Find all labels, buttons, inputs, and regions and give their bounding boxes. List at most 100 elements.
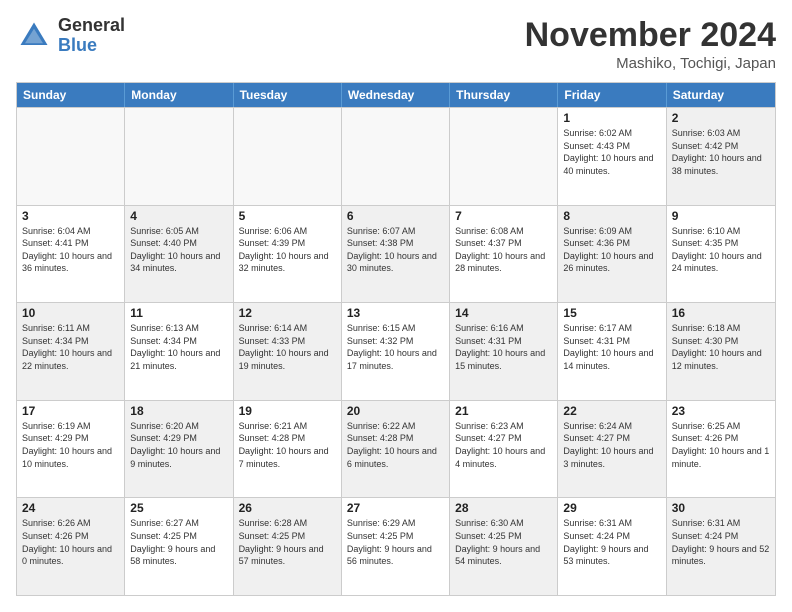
day-cell-17: 17 Sunrise: 6:19 AM Sunset: 4:29 PM Dayli… — [17, 401, 125, 498]
day-cell-19: 19 Sunrise: 6:21 AM Sunset: 4:28 PM Dayli… — [234, 401, 342, 498]
day-info: Sunrise: 6:19 AM Sunset: 4:29 PM Dayligh… — [22, 420, 119, 470]
month-title: November 2024 — [525, 16, 776, 55]
day-cell-22: 22Sunrise: 6:24 AM Sunset: 4:27 PM Dayli… — [558, 401, 666, 498]
header-day-monday: Monday — [125, 83, 233, 107]
day-info: Sunrise: 6:28 AM Sunset: 4:25 PM Dayligh… — [239, 517, 336, 567]
header-day-thursday: Thursday — [450, 83, 558, 107]
header-day-friday: Friday — [558, 83, 666, 107]
empty-cell-0-3 — [342, 108, 450, 205]
day-info: Sunrise: 6:07 AM Sunset: 4:38 PM Dayligh… — [347, 225, 444, 275]
day-info: Sunrise: 6:30 AM Sunset: 4:25 PM Dayligh… — [455, 517, 552, 567]
day-number: 10 — [22, 306, 119, 320]
day-cell-4: 4Sunrise: 6:05 AM Sunset: 4:40 PM Daylig… — [125, 206, 233, 303]
day-number: 28 — [455, 501, 552, 515]
day-info: Sunrise: 6:15 AM Sunset: 4:32 PM Dayligh… — [347, 322, 444, 372]
day-cell-10: 10 Sunrise: 6:11 AM Sunset: 4:34 PM Dayli… — [17, 303, 125, 400]
day-cell-20: 20 Sunrise: 6:22 AM Sunset: 4:28 PM Dayli… — [342, 401, 450, 498]
day-number: 16 — [672, 306, 770, 320]
day-cell-8: 8Sunrise: 6:09 AM Sunset: 4:36 PM Daylig… — [558, 206, 666, 303]
day-info: Sunrise: 6:20 AM Sunset: 4:29 PM Dayligh… — [130, 420, 227, 470]
day-cell-3: 3 Sunrise: 6:04 AM Sunset: 4:41 PM Daylig… — [17, 206, 125, 303]
day-cell-9: 9 Sunrise: 6:10 AM Sunset: 4:35 PM Daylig… — [667, 206, 775, 303]
day-cell-2: 2 Sunrise: 6:03 AM Sunset: 4:42 PM Daylig… — [667, 108, 775, 205]
day-cell-28: 28 Sunrise: 6:30 AM Sunset: 4:25 PM Dayli… — [450, 498, 558, 595]
calendar-row-4: 24Sunrise: 6:26 AM Sunset: 4:26 PM Dayli… — [17, 497, 775, 595]
day-number: 9 — [672, 209, 770, 223]
empty-cell-0-2 — [234, 108, 342, 205]
day-info: Sunrise: 6:08 AM Sunset: 4:37 PM Dayligh… — [455, 225, 552, 275]
day-number: 30 — [672, 501, 770, 515]
empty-cell-0-0 — [17, 108, 125, 205]
header-day-sunday: Sunday — [17, 83, 125, 107]
day-cell-12: 12 Sunrise: 6:14 AM Sunset: 4:33 PM Dayli… — [234, 303, 342, 400]
day-cell-11: 11Sunrise: 6:13 AM Sunset: 4:34 PM Dayli… — [125, 303, 233, 400]
header: General Blue November 2024 Mashiko, Toch… — [16, 16, 776, 72]
day-info: Sunrise: 6:22 AM Sunset: 4:28 PM Dayligh… — [347, 420, 444, 470]
day-info: Sunrise: 6:16 AM Sunset: 4:31 PM Dayligh… — [455, 322, 552, 372]
day-number: 22 — [563, 404, 660, 418]
day-number: 2 — [672, 111, 770, 125]
logo-general-label: General — [58, 16, 125, 36]
day-number: 7 — [455, 209, 552, 223]
day-number: 5 — [239, 209, 336, 223]
day-number: 25 — [130, 501, 227, 515]
calendar-row-3: 17 Sunrise: 6:19 AM Sunset: 4:29 PM Dayli… — [17, 400, 775, 498]
page: General Blue November 2024 Mashiko, Toch… — [0, 0, 792, 612]
day-info: Sunrise: 6:04 AM Sunset: 4:41 PM Dayligh… — [22, 225, 119, 275]
calendar-header: SundayMondayTuesdayWednesdayThursdayFrid… — [17, 83, 775, 107]
location: Mashiko, Tochigi, Japan — [525, 55, 776, 72]
day-number: 13 — [347, 306, 444, 320]
day-number: 14 — [455, 306, 552, 320]
calendar-body: 1 Sunrise: 6:02 AM Sunset: 4:43 PM Daylig… — [17, 107, 775, 595]
day-info: Sunrise: 6:02 AM Sunset: 4:43 PM Dayligh… — [563, 127, 660, 177]
day-info: Sunrise: 6:03 AM Sunset: 4:42 PM Dayligh… — [672, 127, 770, 177]
day-info: Sunrise: 6:17 AM Sunset: 4:31 PM Dayligh… — [563, 322, 660, 372]
day-number: 18 — [130, 404, 227, 418]
empty-cell-0-1 — [125, 108, 233, 205]
day-number: 12 — [239, 306, 336, 320]
day-info: Sunrise: 6:06 AM Sunset: 4:39 PM Dayligh… — [239, 225, 336, 275]
day-cell-26: 26Sunrise: 6:28 AM Sunset: 4:25 PM Dayli… — [234, 498, 342, 595]
day-number: 4 — [130, 209, 227, 223]
day-number: 23 — [672, 404, 770, 418]
logo-text: General Blue — [58, 16, 125, 56]
day-info: Sunrise: 6:21 AM Sunset: 4:28 PM Dayligh… — [239, 420, 336, 470]
day-cell-29: 29Sunrise: 6:31 AM Sunset: 4:24 PM Dayli… — [558, 498, 666, 595]
day-number: 29 — [563, 501, 660, 515]
calendar-row-1: 3 Sunrise: 6:04 AM Sunset: 4:41 PM Daylig… — [17, 205, 775, 303]
day-info: Sunrise: 6:31 AM Sunset: 4:24 PM Dayligh… — [672, 517, 770, 567]
day-cell-5: 5 Sunrise: 6:06 AM Sunset: 4:39 PM Daylig… — [234, 206, 342, 303]
title-block: November 2024 Mashiko, Tochigi, Japan — [525, 16, 776, 72]
day-cell-13: 13 Sunrise: 6:15 AM Sunset: 4:32 PM Dayli… — [342, 303, 450, 400]
logo-blue-label: Blue — [58, 36, 125, 56]
day-cell-14: 14 Sunrise: 6:16 AM Sunset: 4:31 PM Dayli… — [450, 303, 558, 400]
day-number: 21 — [455, 404, 552, 418]
day-cell-21: 21Sunrise: 6:23 AM Sunset: 4:27 PM Dayli… — [450, 401, 558, 498]
day-number: 20 — [347, 404, 444, 418]
day-cell-18: 18 Sunrise: 6:20 AM Sunset: 4:29 PM Dayli… — [125, 401, 233, 498]
day-info: Sunrise: 6:14 AM Sunset: 4:33 PM Dayligh… — [239, 322, 336, 372]
day-number: 1 — [563, 111, 660, 125]
day-number: 27 — [347, 501, 444, 515]
day-number: 6 — [347, 209, 444, 223]
logo-icon — [16, 18, 52, 54]
day-number: 15 — [563, 306, 660, 320]
day-cell-1: 1 Sunrise: 6:02 AM Sunset: 4:43 PM Daylig… — [558, 108, 666, 205]
calendar-row-2: 10 Sunrise: 6:11 AM Sunset: 4:34 PM Dayli… — [17, 302, 775, 400]
day-info: Sunrise: 6:09 AM Sunset: 4:36 PM Dayligh… — [563, 225, 660, 275]
day-info: Sunrise: 6:13 AM Sunset: 4:34 PM Dayligh… — [130, 322, 227, 372]
day-cell-25: 25Sunrise: 6:27 AM Sunset: 4:25 PM Dayli… — [125, 498, 233, 595]
day-number: 24 — [22, 501, 119, 515]
calendar: SundayMondayTuesdayWednesdayThursdayFrid… — [16, 82, 776, 596]
day-number: 19 — [239, 404, 336, 418]
day-number: 17 — [22, 404, 119, 418]
day-info: Sunrise: 6:10 AM Sunset: 4:35 PM Dayligh… — [672, 225, 770, 275]
day-cell-24: 24Sunrise: 6:26 AM Sunset: 4:26 PM Dayli… — [17, 498, 125, 595]
day-number: 3 — [22, 209, 119, 223]
day-cell-7: 7 Sunrise: 6:08 AM Sunset: 4:37 PM Daylig… — [450, 206, 558, 303]
day-info: Sunrise: 6:11 AM Sunset: 4:34 PM Dayligh… — [22, 322, 119, 372]
header-day-tuesday: Tuesday — [234, 83, 342, 107]
day-info: Sunrise: 6:25 AM Sunset: 4:26 PM Dayligh… — [672, 420, 770, 470]
day-cell-30: 30 Sunrise: 6:31 AM Sunset: 4:24 PM Dayli… — [667, 498, 775, 595]
day-cell-16: 16Sunrise: 6:18 AM Sunset: 4:30 PM Dayli… — [667, 303, 775, 400]
